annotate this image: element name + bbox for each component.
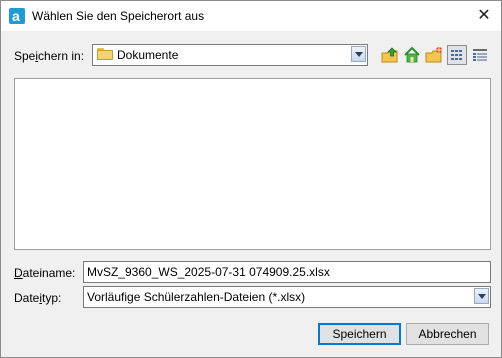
save-dialog: a Wählen Sie den Speicherort aus ✕ Speic… (0, 0, 502, 358)
chevron-down-icon[interactable] (351, 46, 366, 62)
chevron-down-icon[interactable] (474, 288, 489, 304)
save-in-value: Dokumente (117, 48, 179, 62)
folder-icon (97, 48, 113, 60)
title-bar: a Wählen Sie den Speicherort aus ✕ (1, 1, 501, 31)
filename-label: Dateiname: (14, 266, 76, 280)
save-in-label: Speichern in: (14, 49, 85, 63)
details-view-icon (473, 49, 487, 61)
filename-input[interactable]: MvSZ_9360_WS_2025-07-31 074909.25.xlsx (83, 261, 491, 283)
new-folder-icon (425, 47, 442, 63)
close-button[interactable]: ✕ (473, 5, 495, 27)
new-folder-button[interactable] (424, 45, 444, 65)
file-list[interactable] (14, 78, 491, 250)
filetype-label: Dateityp: (14, 291, 62, 305)
list-view-icon (451, 50, 462, 60)
filetype-dropdown[interactable]: Vorläufige Schülerzahlen-Dateien (*.xlsx… (83, 286, 491, 308)
list-view-button[interactable] (447, 45, 467, 65)
filetype-value: Vorläufige Schülerzahlen-Dateien (*.xlsx… (87, 290, 306, 304)
window-title: Wählen Sie den Speicherort aus (32, 9, 205, 23)
home-icon (404, 46, 420, 63)
up-one-level-icon (381, 47, 398, 63)
app-logo-icon: a (9, 8, 25, 24)
details-view-button[interactable] (470, 45, 490, 65)
cancel-button[interactable]: Abbrechen (406, 323, 489, 345)
filename-value: MvSZ_9360_WS_2025-07-31 074909.25.xlsx (87, 265, 330, 279)
save-button[interactable]: Speichern (318, 323, 401, 345)
home-button[interactable] (402, 45, 422, 65)
up-one-level-button[interactable] (380, 45, 400, 65)
save-in-dropdown[interactable]: Dokumente (92, 44, 368, 66)
